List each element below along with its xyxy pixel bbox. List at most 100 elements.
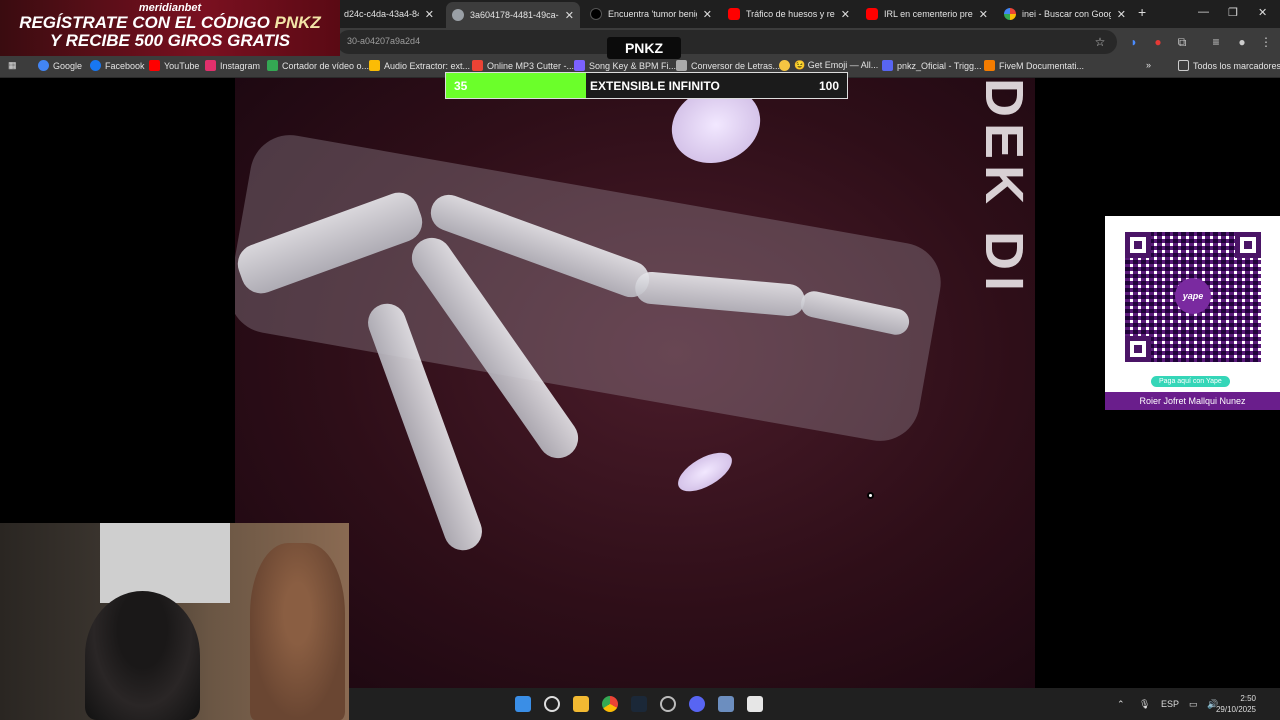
- bookmark-audio-extractor[interactable]: Audio Extractor: ext...: [369, 60, 470, 71]
- apps-icon[interactable]: ▦: [8, 60, 17, 71]
- folder-icon: [1178, 60, 1189, 71]
- all-bookmarks-label: Todos los marcadores: [1193, 60, 1280, 71]
- chevron-up-icon[interactable]: ⌃: [1117, 699, 1125, 710]
- ad-code: PNKZ: [274, 13, 321, 32]
- qr-finder: [1125, 336, 1151, 362]
- yape-qr-card: yape Paga aquí con Yape Roier Jofret Mal…: [1105, 216, 1280, 410]
- tab-title: inei - Buscar con Google: [1022, 9, 1111, 19]
- restore-icon[interactable]: ❐: [1228, 6, 1238, 19]
- bookmark-label: Song Key & BPM Fi...: [589, 60, 677, 71]
- obs-icon[interactable]: [660, 696, 676, 712]
- bookmark-icon: [267, 60, 278, 71]
- qr-code: yape: [1125, 232, 1261, 362]
- bookmark-label: Audio Extractor: ext...: [384, 60, 471, 71]
- bookmark-icon: [676, 60, 687, 71]
- search-icon[interactable]: [544, 696, 560, 712]
- facebook-icon: [90, 60, 101, 71]
- network-icon[interactable]: ▭: [1189, 699, 1198, 710]
- bookmark-google[interactable]: Google: [38, 60, 82, 71]
- bookmark-icon: [472, 60, 483, 71]
- windows-start-icon[interactable]: [515, 696, 531, 712]
- bookmark-instagram[interactable]: Instagram: [205, 60, 260, 71]
- tab-5[interactable]: IRL en cementerio preinc ✕: [860, 4, 994, 24]
- qr-finder: [1235, 232, 1261, 258]
- google-icon: [1004, 8, 1016, 20]
- bookmark-label: Instagram: [220, 60, 261, 71]
- bookmark-icon: [984, 60, 995, 71]
- bookmark-youtube[interactable]: YouTube: [149, 60, 199, 71]
- yape-recipient-name: Roier Jofret Mallqui Nunez: [1105, 392, 1280, 410]
- goal-label: EXTENSIBLE INFINITO: [590, 79, 720, 93]
- goal-target: 100: [818, 79, 839, 93]
- ad-banner: meridianbet REGÍSTRATE CON EL CÓDIGO PNK…: [0, 0, 340, 56]
- webcam-background: [100, 523, 230, 603]
- xray-image: DEK DI: [235, 78, 1035, 688]
- close-icon[interactable]: ✕: [979, 8, 988, 21]
- address-bar[interactable]: 30-a04207a9a2d4: [337, 30, 1117, 54]
- bookmark-label: Google: [53, 60, 83, 71]
- language-indicator[interactable]: ESP: [1161, 699, 1179, 709]
- instagram-icon: [205, 60, 216, 71]
- extension-icon[interactable]: ◗: [1126, 34, 1142, 50]
- youtube-icon: [866, 8, 878, 20]
- emoji-icon: [779, 60, 790, 71]
- bookmark-song-key[interactable]: Song Key & BPM Fi...: [574, 60, 676, 71]
- tab-1[interactable]: d24c-c4da-43a4-8430 ✕: [338, 4, 440, 24]
- close-window-icon[interactable]: ✕: [1258, 6, 1267, 19]
- tab-title: 3a604178-4481-49ca-9b3: [470, 10, 559, 20]
- star-icon[interactable]: ☆: [1092, 34, 1108, 50]
- system-clock[interactable]: 2:50 29/10/2025: [1216, 693, 1256, 715]
- tiktok-icon: [590, 8, 602, 20]
- tab-2-active[interactable]: 3a604178-4481-49ca-9b3 ✕: [446, 2, 580, 28]
- calculator-icon[interactable]: [718, 696, 734, 712]
- more-bookmarks-icon[interactable]: »: [1146, 60, 1151, 70]
- minimize-icon[interactable]: —: [1198, 6, 1209, 18]
- bookmark-pnkz[interactable]: pnkz_Oficial - Trigg...: [882, 60, 982, 71]
- close-icon[interactable]: ✕: [1117, 8, 1126, 21]
- bookmark-video-cutter[interactable]: Cortador de vídeo o...: [267, 60, 369, 71]
- folder-icon[interactable]: [573, 696, 589, 712]
- yape-pay-label: Paga aquí con Yape: [1151, 376, 1230, 387]
- bookmark-icon: [882, 60, 893, 71]
- bookmark-facebook[interactable]: Facebook: [90, 60, 145, 71]
- bookmark-mp3-cutter[interactable]: Online MP3 Cutter -...: [472, 60, 574, 71]
- clock-date: 29/10/2025: [1215, 705, 1256, 714]
- tab-6[interactable]: inei - Buscar con Google ✕: [998, 4, 1132, 24]
- bookmark-label: Cortador de vídeo o...: [282, 60, 370, 71]
- taskbar: ⌃ 🎙 ESP ▭ 🔊 2:50 29/10/2025: [349, 688, 1280, 720]
- close-icon[interactable]: ✕: [565, 9, 574, 22]
- puzzle-icon[interactable]: ⧉: [1174, 34, 1190, 50]
- close-icon[interactable]: ✕: [841, 8, 850, 21]
- bookmark-emoji[interactable]: 😉 Get Emoji — All...: [779, 60, 878, 71]
- new-tab-icon[interactable]: +: [1138, 4, 1146, 20]
- close-icon[interactable]: ✕: [425, 8, 434, 21]
- chrome-icon[interactable]: [602, 696, 618, 712]
- bookmark-fivem[interactable]: FiveM Documentati...: [984, 60, 1084, 71]
- discord-icon[interactable]: [689, 696, 705, 712]
- tab-3[interactable]: Encuentra 'tumor benign ✕: [584, 4, 718, 24]
- guest: [250, 543, 345, 720]
- bookmark-letras[interactable]: Conversor de Letras...: [676, 60, 780, 71]
- light-reflection: [672, 444, 738, 500]
- ad-line1: REGÍSTRATE CON EL CÓDIGO PNKZ: [0, 14, 340, 32]
- avatar[interactable]: ●: [1234, 34, 1250, 50]
- extension-icon[interactable]: ●: [1150, 34, 1166, 50]
- media-icon[interactable]: ≡: [1208, 34, 1224, 50]
- bookmark-label: 😉 Get Emoji — All...: [794, 60, 879, 70]
- webcam-feed: [0, 523, 349, 720]
- app-icon[interactable]: [747, 696, 763, 712]
- close-icon[interactable]: ✕: [703, 8, 712, 21]
- hand-silhouette: [235, 128, 948, 448]
- qr-finder: [1125, 232, 1151, 258]
- streamer: [85, 591, 200, 720]
- bookmark-label: Facebook: [105, 60, 145, 71]
- tab-4[interactable]: Tráfico de huesos y restos ✕: [722, 4, 856, 24]
- bookmark-icon: [369, 60, 380, 71]
- microphone-icon[interactable]: 🎙: [1139, 699, 1150, 710]
- bookmark-label: YouTube: [164, 60, 200, 71]
- all-bookmarks[interactable]: Todos los marcadores: [1178, 60, 1280, 71]
- menu-icon[interactable]: ⋮: [1258, 34, 1274, 50]
- bookmark-label: Conversor de Letras...: [691, 60, 781, 71]
- steam-icon[interactable]: [631, 696, 647, 712]
- youtube-icon: [149, 60, 160, 71]
